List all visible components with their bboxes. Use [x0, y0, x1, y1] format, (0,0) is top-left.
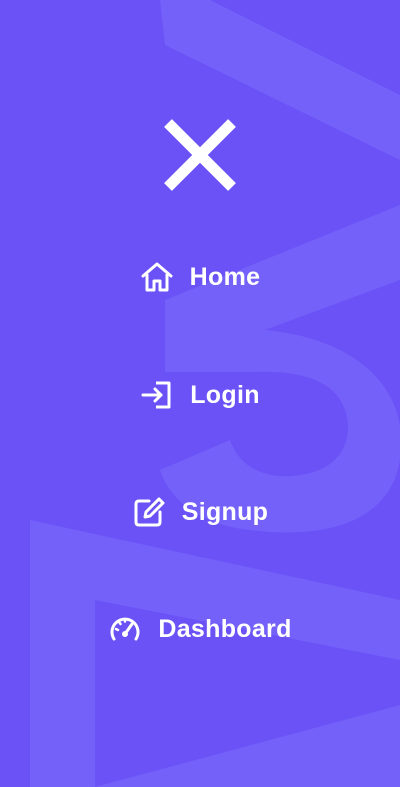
speedometer-icon: [108, 612, 142, 646]
nav-item-label: Signup: [181, 497, 269, 526]
nav-item-label: Home: [189, 262, 261, 291]
nav-item-dashboard[interactable]: Dashboard: [0, 609, 400, 649]
edit-icon: [132, 495, 166, 529]
nav-item-login[interactable]: Login: [0, 375, 400, 415]
nav-item-label: Dashboard: [158, 614, 292, 643]
home-icon: [140, 260, 174, 294]
login-icon: [140, 378, 174, 412]
nav-item-home[interactable]: Home: [0, 257, 400, 297]
nav-item-label: Login: [190, 380, 260, 409]
nav-menu-overlay: Home Login Signup Dashboard: [0, 0, 400, 787]
nav-item-signup[interactable]: Signup: [0, 492, 400, 532]
close-menu-button[interactable]: [160, 115, 240, 195]
close-icon: [164, 119, 236, 191]
